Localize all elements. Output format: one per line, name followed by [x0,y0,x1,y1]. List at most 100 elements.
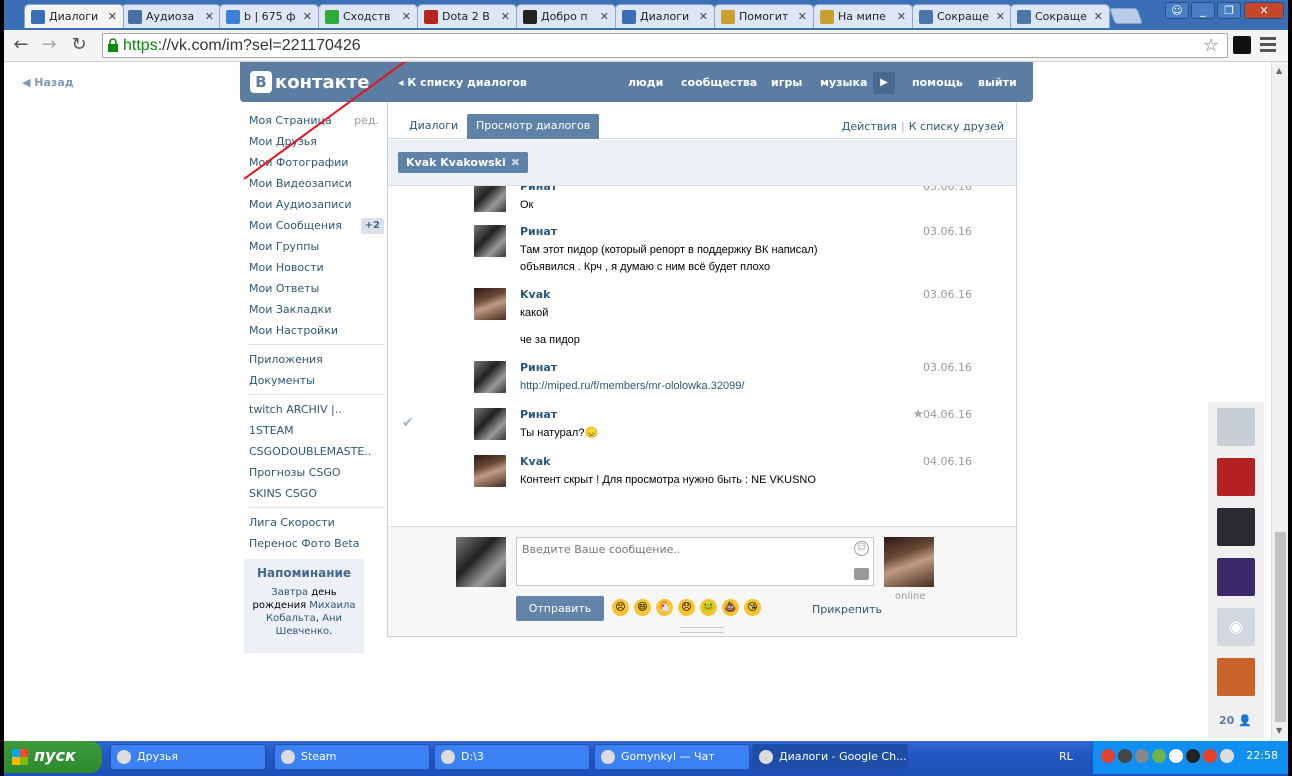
nav-logout[interactable]: выйти [978,76,1017,89]
my-avatar[interactable] [456,537,506,587]
author-avatar[interactable] [474,186,506,212]
friend-avatar[interactable] [1217,458,1255,496]
new-tab-button[interactable] [1109,8,1143,24]
taskbar-button[interactable]: Steam [274,744,430,770]
message-history[interactable]: ✔ Ринат 03.06.16 Ок Ринат 03.06.16 Там этот п… [388,186,1016,526]
close-tab-icon[interactable]: ✕ [205,10,214,23]
browser-tab[interactable]: Dota 2 B ✕ [417,4,517,28]
emoji-icon[interactable]: 😣 [612,599,629,616]
language-indicator[interactable]: RL [1059,750,1073,763]
sidebar-item[interactable]: Лига Скорости [249,512,384,533]
sidebar-group-item[interactable]: SKINS CSGO [249,483,384,504]
nav-games[interactable]: игры [771,76,802,89]
close-tab-icon[interactable]: ✕ [501,10,510,23]
message-item[interactable]: Kvak 04.06.16 Контент скрыт ! Для просмотр… [474,455,1004,495]
close-tab-icon[interactable]: ✕ [303,10,312,23]
message-item[interactable]: Kvak 03.06.16 какой [474,288,1004,328]
close-tab-icon[interactable]: ✕ [1094,10,1103,23]
chrome-menu-icon[interactable] [1260,37,1276,53]
sidebar-item[interactable]: Мои Ответы [249,278,384,299]
page-scrollbar[interactable]: ▲ ▼ [1271,62,1288,741]
author-avatar[interactable] [474,361,506,393]
sidebar-group-item[interactable]: Прогнозы CSGO [249,462,384,483]
author-name[interactable]: Kvak [520,455,550,468]
emoji-icon[interactable]: 😄 [634,599,651,616]
close-window-button[interactable]: ✕ [1244,2,1284,19]
close-tab-icon[interactable]: ✕ [897,10,906,23]
edit-link[interactable]: ред. [354,110,379,131]
emoji-icon[interactable]: 🐔 [656,599,673,616]
back-link[interactable]: ◀ Назад [22,76,74,89]
author-avatar[interactable] [474,225,506,257]
emoji-icon[interactable]: 😞 [678,599,695,616]
camera-icon[interactable]: ◉ [1217,608,1255,646]
sidebar-item[interactable]: Мои Закладки [249,299,384,320]
forward-arrow-icon[interactable]: → [38,35,60,57]
message-item[interactable]: Ринат 03.06.16 Ок [474,186,1004,220]
close-tab-icon[interactable]: ✕ [798,10,807,23]
chrome-tray-icon[interactable] [1101,749,1115,763]
close-tab-icon[interactable]: ✕ [699,10,708,23]
attach-link[interactable]: Прикрепить [812,603,882,616]
taskbar-button[interactable]: Gomynkyl — Чат [594,744,750,770]
browser-tab[interactable]: Аудиоза ✕ [121,4,221,28]
nav-music[interactable]: музыка [820,76,867,89]
message-item[interactable]: Ринат 03.06.16 http://miped.ru/f/members/m… [474,361,1004,401]
author-avatar[interactable] [474,455,506,487]
smiley-icon[interactable]: ☺ [854,541,869,556]
favorite-star-icon[interactable]: ★ [912,407,924,422]
emoji-icon[interactable]: 😘 [744,599,761,616]
browser-tab[interactable]: Добро п ✕ [516,4,616,28]
close-tab-icon[interactable]: ✕ [600,10,609,23]
peer-chip[interactable]: Kvak Kvakowski ✖ [398,152,528,173]
close-tab-icon[interactable]: ✕ [996,10,1005,23]
tab-dialogs[interactable]: Диалоги [400,114,467,139]
vk-logo[interactable]: Вконтакте [250,71,369,93]
remove-peer-icon[interactable]: ✖ [511,156,520,169]
reload-icon[interactable]: ↻ [68,35,90,57]
camera-icon[interactable] [854,568,869,580]
minimize-button[interactable]: _ [1191,2,1215,19]
sidebar-item[interactable]: Мои Настройки [249,320,384,341]
to-friends-link[interactable]: К списку друзей [909,120,1004,133]
sidebar-item[interactable]: Мои Аудиозаписи [249,194,384,215]
scroll-up-icon[interactable]: ▲ [1276,66,1282,75]
bookmark-star-icon[interactable]: ☆ [1203,35,1219,56]
sidebar-item[interactable]: Перенос Фото Beta [249,533,384,554]
music-play-icon[interactable]: ▶ [873,72,895,94]
tray-icon[interactable] [1220,749,1234,763]
browser-tab[interactable]: b | 675 ф ✕ [219,4,319,28]
restore-button[interactable]: ❐ [1217,2,1241,19]
taskbar-button[interactable]: Диалоги - Google Ch... [752,744,908,770]
tray-icon[interactable] [1186,749,1200,763]
author-avatar[interactable] [474,288,506,320]
author-name[interactable]: Kvak [520,288,550,301]
emoji-icon[interactable]: 💩 [722,599,739,616]
message-item[interactable]: Ринат 04.06.16 ★ Ты натурал?😞 [474,407,1004,448]
sidebar-group-item[interactable]: CSGODOUBLEMASTE.. [249,441,384,462]
to-dialogs-link[interactable]: ◂ К списку диалогов [398,76,527,89]
back-arrow-icon[interactable]: ← [10,35,32,57]
friend-avatar[interactable] [1217,558,1255,596]
author-name[interactable]: Ринат [520,225,557,238]
sidebar-item[interactable]: Моя Страница ред. [249,110,384,131]
message-item[interactable]: Ринат 03.06.16 Там этот пидор (который реп… [474,225,1004,273]
message-text[interactable]: http://miped.ru/f/members/mr-ololowka.32… [520,378,920,395]
browser-tab[interactable]: Сокраще ✕ [1010,4,1110,28]
tray-icon[interactable] [1135,749,1149,763]
browser-tab[interactable]: На мипе ✕ [813,4,913,28]
message-input[interactable]: Введите Ваше сообщение.. ☺ [516,537,874,586]
sidebar-item[interactable]: Документы [249,370,384,391]
sidebar-item[interactable]: Мои Фотографии [249,152,384,173]
browser-tab[interactable]: Диалоги ✕ [615,4,715,28]
taskbar-button[interactable]: D:\3 [434,744,590,770]
author-avatar[interactable] [474,408,506,440]
vk-dog-icon[interactable] [1217,408,1255,446]
sidebar-item[interactable]: Мои Видеозаписи [249,173,384,194]
send-button[interactable]: Отправить [516,596,604,621]
nav-communities[interactable]: сообщества [681,76,757,89]
author-name[interactable]: Ринат [520,186,557,193]
author-name[interactable]: Ринат [520,408,557,421]
browser-tab[interactable]: Сходств ✕ [318,4,418,28]
close-tab-icon[interactable]: ✕ [108,10,117,23]
